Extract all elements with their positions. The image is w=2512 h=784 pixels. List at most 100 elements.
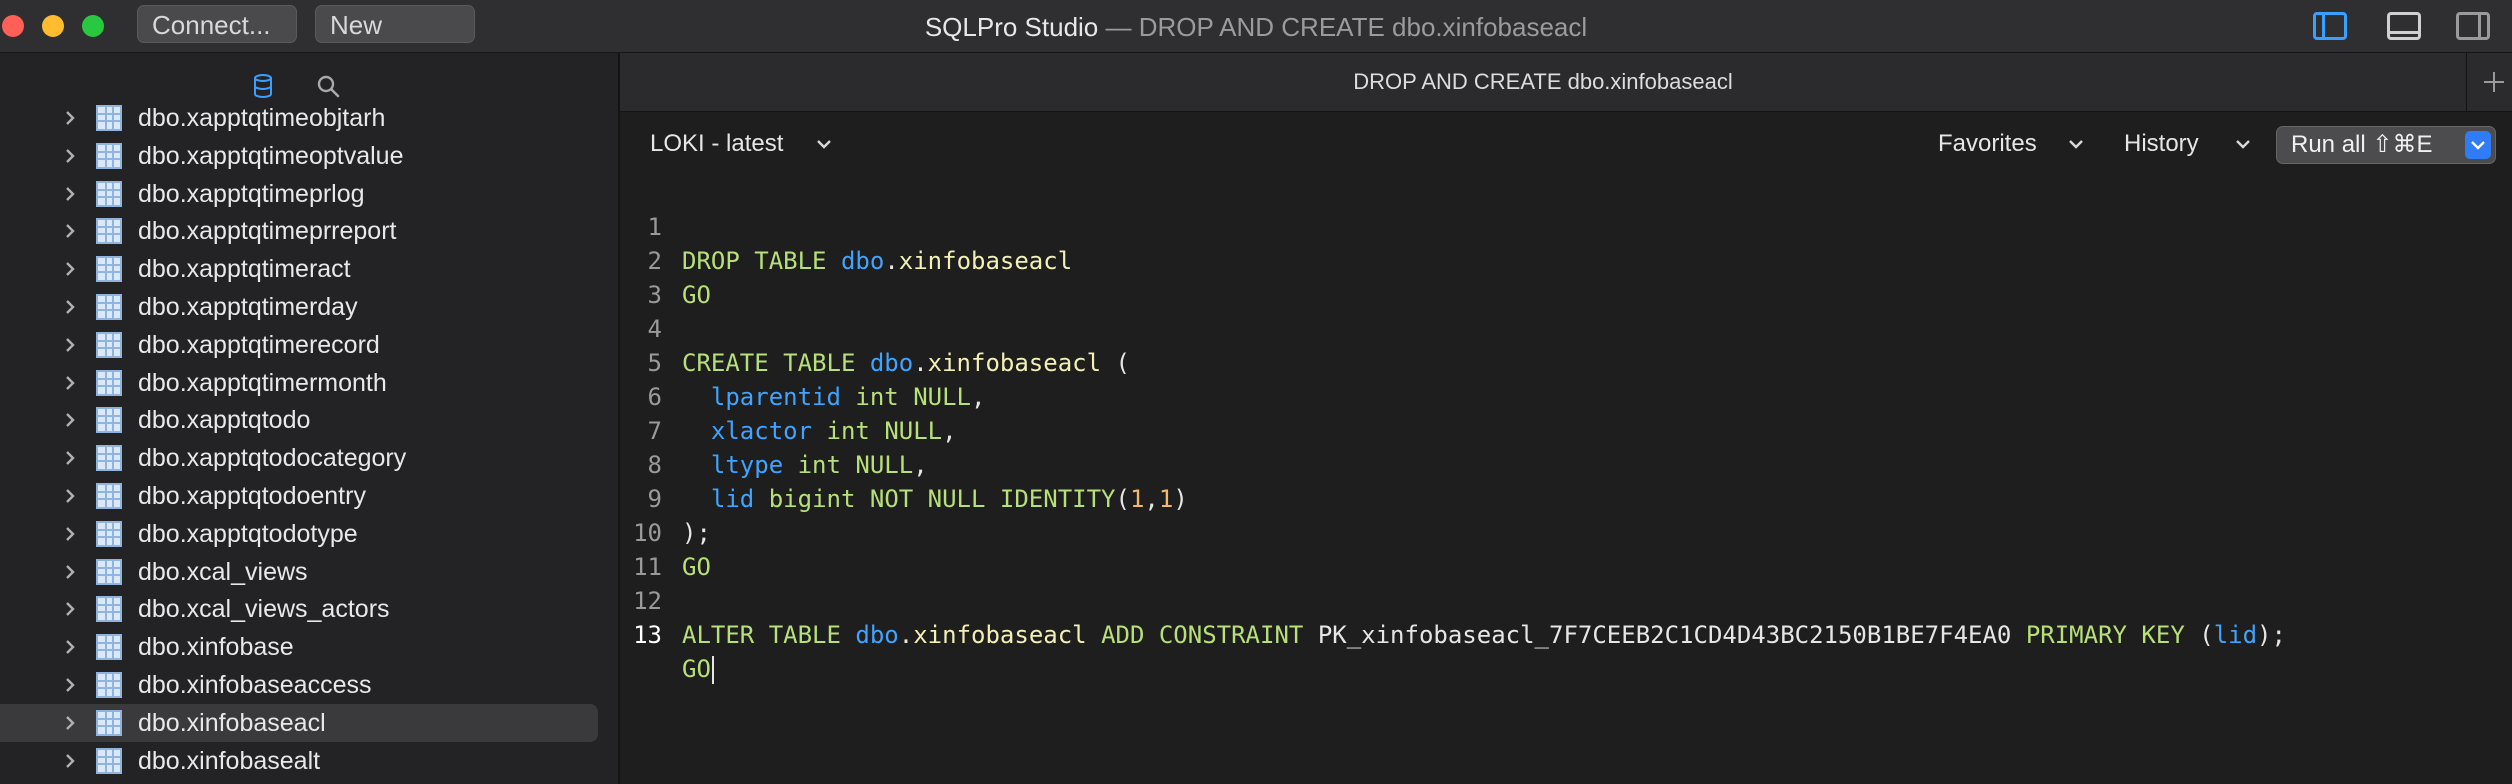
- sidebar-item-table[interactable]: dbo.xapptqtimeprreport: [0, 212, 618, 250]
- sidebar-item-table[interactable]: dbo.xinfobaseacl: [0, 703, 618, 742]
- chevron-right-icon[interactable]: [60, 599, 80, 619]
- sidebar-item-label: dbo.xapptqtodo: [138, 406, 311, 435]
- table-icon: [96, 407, 122, 434]
- code-line: 1 DROP TABLE dbo.xinfobaseacl: [620, 176, 1073, 275]
- code-line: 2 GO: [620, 210, 711, 309]
- sidebar-item-label: dbo.xapptqtodotype: [138, 519, 358, 548]
- editor-tab-bar: DROP AND CREATE dbo.xinfobaseacl: [620, 53, 2512, 112]
- sidebar-item-label: dbo.xapptqtimermonth: [138, 368, 387, 397]
- chevron-right-icon[interactable]: [60, 675, 80, 695]
- chevron-right-icon[interactable]: [60, 335, 80, 355]
- chevron-right-icon[interactable]: [60, 146, 80, 166]
- chevron-down-icon[interactable]: [2067, 136, 2085, 152]
- chevron-right-icon[interactable]: [60, 297, 80, 317]
- title-separator: —: [1098, 12, 1139, 42]
- chevron-down-icon[interactable]: [2234, 136, 2252, 152]
- table-icon: [96, 180, 122, 207]
- chevron-down-icon[interactable]: [815, 136, 833, 152]
- chevron-right-icon[interactable]: [60, 373, 80, 393]
- sidebar-item-label: dbo.xapptqtimeobjtarh: [138, 104, 386, 132]
- code-line: 13 GO: [620, 584, 714, 684]
- table-icon: [96, 483, 122, 509]
- code-line: 9 );: [620, 448, 711, 547]
- sidebar-item-label: dbo.xapptqtimerday: [138, 293, 358, 321]
- toggle-bottom-panel-icon[interactable]: [2387, 12, 2421, 40]
- sidebar-item-label: dbo.xcal_views_actors: [138, 595, 390, 624]
- code-line: 6 xlactor int NULL,: [620, 346, 957, 445]
- history-dropdown[interactable]: History: [2124, 112, 2199, 176]
- table-icon: [96, 520, 122, 547]
- run-all-button[interactable]: Run all ⇧⌘E: [2276, 126, 2496, 164]
- sidebar-item-label: dbo.xapptqtodoentry: [138, 482, 366, 510]
- sidebar-item-table[interactable]: dbo.xapptqtimeprlog: [0, 175, 618, 213]
- sidebar-item-label: dbo.xapptqtimerecord: [138, 330, 380, 359]
- chevron-right-icon[interactable]: [60, 184, 80, 204]
- sidebar-item-table[interactable]: dbo.xinfobasealt: [0, 742, 618, 780]
- window-title: SQLPro Studio — DROP AND CREATE dbo.xinf…: [0, 0, 2512, 52]
- chevron-right-icon[interactable]: [60, 562, 80, 582]
- sidebar: dbo.xapptqtimeobjtarh dbo.xapptqtimeoptva…: [0, 53, 620, 784]
- text-caret: [711, 656, 714, 684]
- sql-editor[interactable]: 1 DROP TABLE dbo.xinfobaseacl 2 GO 3 4 C…: [620, 176, 2512, 784]
- table-icon: [96, 218, 122, 245]
- chevron-right-icon[interactable]: [60, 108, 80, 128]
- table-icon: [96, 142, 122, 169]
- sidebar-item-table[interactable]: dbo.xapptqtodotype: [0, 515, 618, 553]
- sidebar-item-table[interactable]: dbo.xapptqtimermonth: [0, 364, 618, 402]
- sidebar-item-table[interactable]: dbo.xinfobaseaccess: [0, 666, 618, 704]
- chevron-right-icon[interactable]: [60, 486, 80, 506]
- table-icon: [96, 596, 122, 623]
- chevron-right-icon[interactable]: [60, 524, 80, 544]
- code-line: 5 lparentid int NULL,: [620, 312, 986, 411]
- sidebar-item-table[interactable]: dbo.xapptqtodocategory: [0, 439, 618, 477]
- table-icon: [96, 256, 122, 283]
- code-line: 11: [620, 516, 678, 581]
- code-line: 4 CREATE TABLE dbo.xinfobaseacl (: [620, 278, 1130, 377]
- sidebar-item-label: dbo.xinfobasealt: [138, 746, 321, 775]
- query-toolbar: LOKI - latest Favorites History Run all …: [620, 112, 2512, 176]
- code-line: 8 lid bigint NOT NULL IDENTITY(1,1): [620, 414, 1188, 513]
- sidebar-item-label: dbo.xapptqtimeprreport: [138, 217, 397, 246]
- sidebar-item-table[interactable]: dbo.xapptqtimeobjtarh: [0, 99, 618, 137]
- sidebar-item-table[interactable]: dbo.xcal_views_actors: [0, 590, 618, 628]
- code-line: 7 ltype int NULL,: [620, 380, 928, 479]
- chevron-right-icon[interactable]: [60, 410, 80, 430]
- run-options-button[interactable]: [2465, 131, 2491, 159]
- tab-query[interactable]: DROP AND CREATE dbo.xinfobaseacl: [620, 53, 2467, 111]
- app-title: SQLPro Studio: [924, 12, 1099, 42]
- connection-select[interactable]: LOKI - latest: [650, 112, 783, 176]
- code-line: 12 ALTER TABLE dbo.xinfobaseacl ADD CONS…: [620, 550, 2286, 649]
- chevron-right-icon[interactable]: [60, 713, 80, 733]
- sidebar-item-label: dbo.xinfobase: [138, 633, 294, 662]
- chevron-right-icon[interactable]: [60, 259, 80, 279]
- sidebar-item-table[interactable]: dbo.xcal_views: [0, 553, 618, 591]
- sidebar-item-table[interactable]: dbo.xapptqtimeoptvalue: [0, 137, 618, 175]
- sidebar-item-table[interactable]: dbo.xapptqtodo: [0, 401, 618, 439]
- sidebar-item-label: dbo.xapptqtodocategory: [138, 444, 407, 473]
- sidebar-item-label: dbo.xapptqtimeract: [138, 255, 351, 284]
- sidebar-item-table[interactable]: dbo.xapptqtimerday: [0, 288, 618, 326]
- toggle-right-panel-icon[interactable]: [2456, 12, 2490, 40]
- table-icon: [96, 331, 122, 358]
- table-icon: [96, 672, 122, 698]
- sidebar-item-label: dbo.xinfobaseaccess: [138, 671, 372, 699]
- add-tab-icon[interactable]: [2480, 68, 2508, 96]
- sidebar-item-table[interactable]: dbo.xapptqtodoentry: [0, 477, 618, 515]
- search-icon[interactable]: [316, 74, 340, 98]
- toggle-sidebar-icon[interactable]: [2313, 12, 2347, 40]
- document-title: DROP AND CREATE dbo.xinfobaseacl: [1138, 12, 1588, 42]
- title-bar: Connect... New Query SQLPro Studio — DRO…: [0, 0, 2512, 78]
- favorites-dropdown[interactable]: Favorites: [1938, 112, 2037, 176]
- chevron-right-icon[interactable]: [60, 221, 80, 241]
- sidebar-item-label: dbo.xcal_views: [138, 557, 308, 586]
- sidebar-item-table[interactable]: dbo.xinfobase: [0, 628, 618, 666]
- chevron-right-icon[interactable]: [60, 448, 80, 468]
- sidebar-item-table[interactable]: dbo.xapptqtimerecord: [0, 326, 618, 364]
- code-line: 3: [620, 244, 678, 309]
- database-icon[interactable]: [253, 74, 273, 98]
- chevron-right-icon[interactable]: [60, 637, 80, 657]
- table-icon: [96, 709, 122, 736]
- chevron-down-icon: [2471, 141, 2485, 150]
- sidebar-item-table[interactable]: dbo.xapptqtimeract: [0, 250, 618, 288]
- chevron-right-icon[interactable]: [60, 751, 80, 771]
